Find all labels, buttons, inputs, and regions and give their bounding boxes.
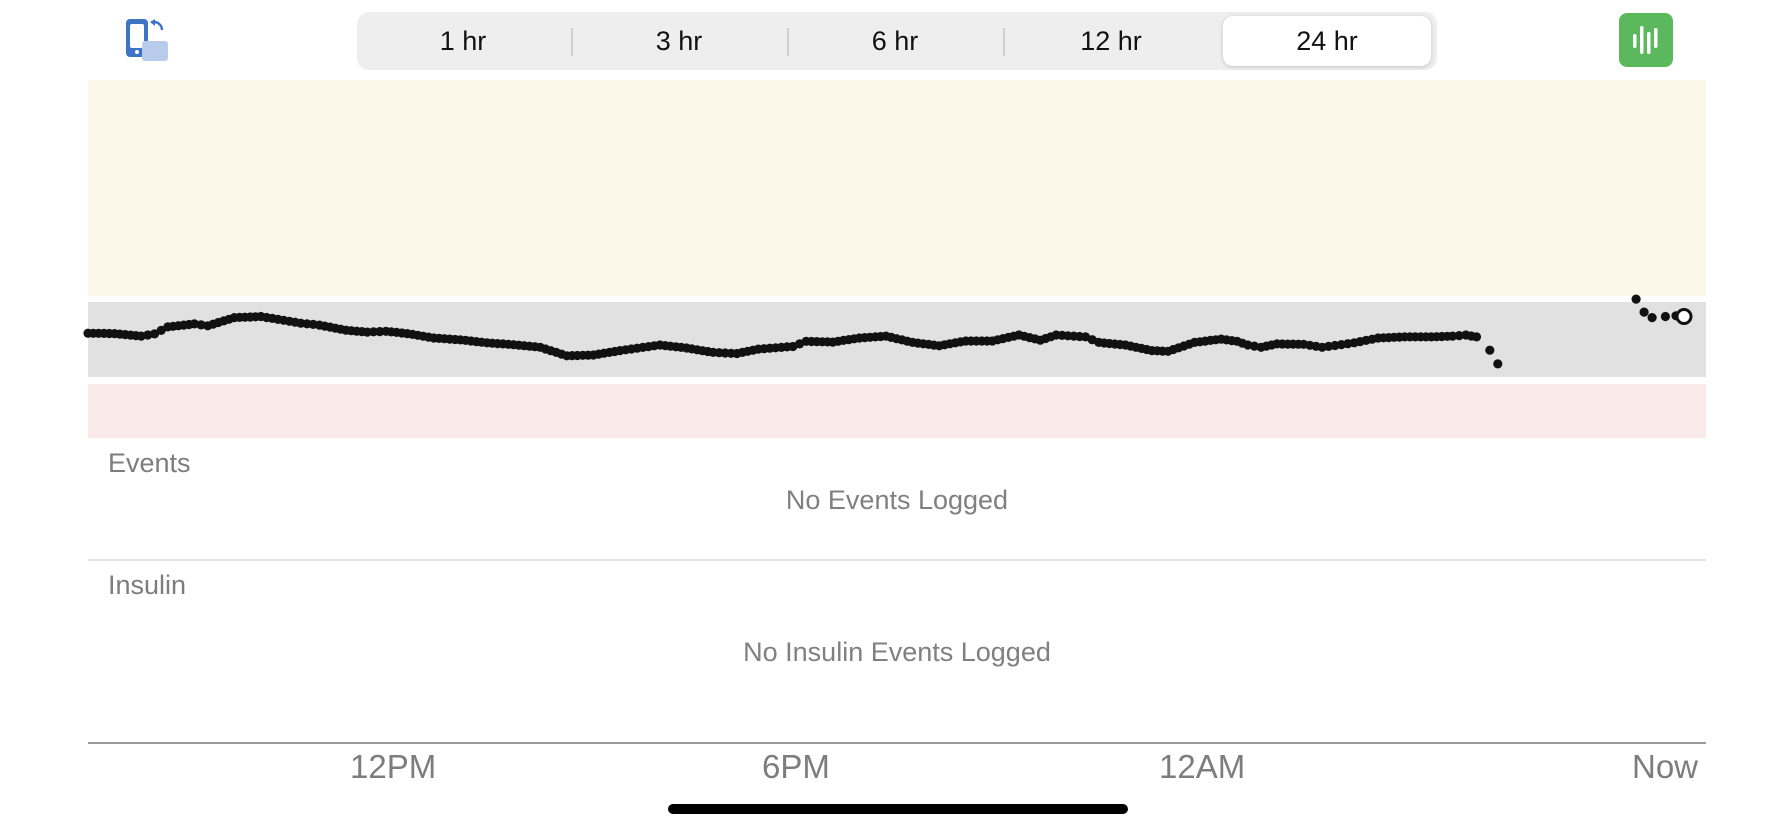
high-range-zone — [88, 80, 1706, 296]
time-axis-line — [88, 742, 1706, 744]
section-divider — [88, 559, 1706, 561]
glucose-point — [1647, 313, 1657, 323]
time-tick-12am: 12AM — [1159, 748, 1246, 785]
insulin-section-title: Insulin — [108, 570, 187, 600]
glucose-point — [1631, 294, 1641, 304]
current-reading-point — [1675, 308, 1693, 325]
insulin-empty-message: No Insulin Events Logged — [743, 637, 1051, 667]
time-tick-12pm: 12PM — [350, 748, 437, 785]
glucose-chart — [83, 80, 1706, 438]
glucose-point — [1493, 359, 1503, 369]
glucose-point — [1485, 345, 1495, 355]
home-indicator — [668, 804, 1128, 814]
time-tick-6pm: 6PM — [762, 748, 830, 785]
glucose-point — [1639, 307, 1649, 317]
low-range-zone — [88, 384, 1706, 438]
time-tick-now: Now — [1632, 748, 1699, 785]
events-section-title: Events — [108, 448, 191, 478]
glucose-point — [1660, 311, 1670, 322]
glucose-point — [1471, 332, 1482, 342]
events-empty-message: No Events Logged — [785, 485, 1009, 515]
